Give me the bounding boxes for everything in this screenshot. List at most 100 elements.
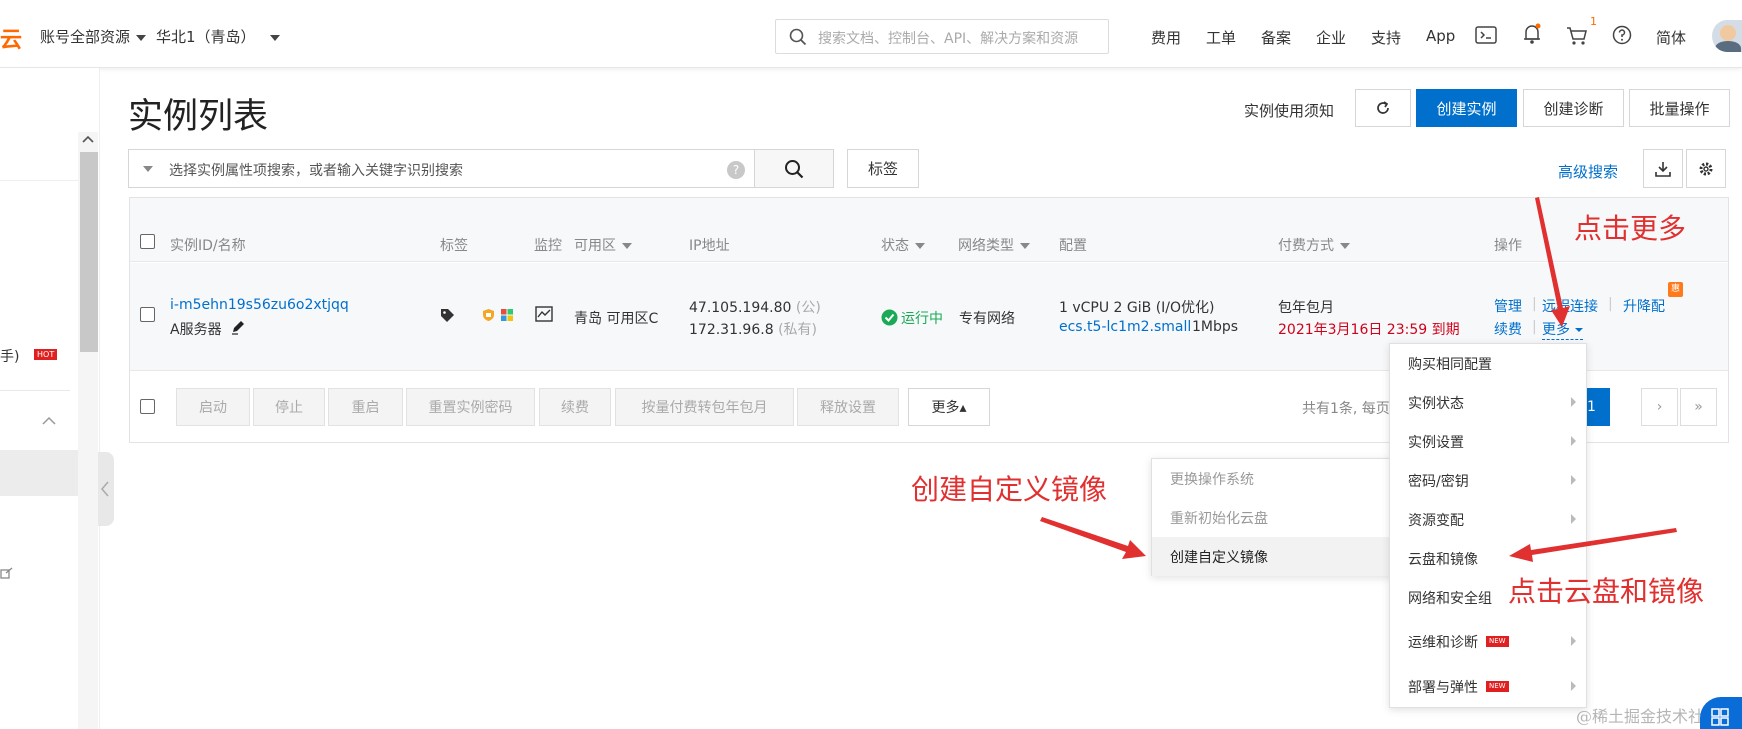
watermark: @稀土掘金技术社区 [1576,707,1721,726]
search-placeholder: 搜索文档、控制台、API、解决方案和资源 [818,31,1079,47]
advanced-search-link[interactable]: 高级搜索 [1558,161,1618,182]
page-title: 实例列表 [128,97,269,137]
region-selector[interactable]: 华北1（青岛） [156,26,280,47]
edit-pencil-icon[interactable] [230,319,246,335]
chevron-down-icon [622,243,632,249]
chevron-right-icon [1571,397,1576,407]
external-link-icon[interactable] [0,567,13,580]
submenu-item-reinit-disk[interactable]: 重新初始化云盘 [1152,498,1392,537]
submenu-item-create-custom-image[interactable]: 创建自定义镜像 [1152,537,1392,576]
chevron-left-icon [101,481,109,497]
stop-button[interactable]: 停止 [253,388,325,426]
scroll-up-arrow-icon[interactable] [82,135,94,144]
upgrade-downgrade-link[interactable]: 升降配 [1623,296,1665,316]
create-instance-button[interactable]: 创建实例 [1416,89,1517,127]
nav-support[interactable]: 支持 [1371,27,1401,48]
monitor-chart-icon[interactable] [535,306,553,322]
bandwidth: 1Mbps [1192,319,1239,335]
tag-filter-button[interactable]: 标签 [847,149,919,188]
remote-connect-link[interactable]: 远程连接 [1542,296,1598,316]
filter-search-button[interactable] [754,149,834,188]
ops-divider: | [1532,296,1537,312]
ops-divider: | [1608,296,1613,312]
chevron-down-icon [915,243,925,249]
renew-link[interactable]: 续费 [1494,319,1522,339]
column-header-status[interactable]: 状态 [881,235,925,255]
sidebar-item-label[interactable]: 手) [0,346,19,366]
global-search-input[interactable]: 搜索文档、控制台、API、解决方案和资源 [775,19,1109,54]
terminal-icon[interactable] [1475,26,1497,44]
instance-id-link[interactable]: i-m5ehn19s56zu6o2xtjqq [170,297,349,313]
column-header-billing[interactable]: 付费方式 [1278,235,1350,255]
column-header-network[interactable]: 网络类型 [958,235,1030,255]
more-actions-menu: 购买相同配置 实例状态 实例设置 密码/密钥 资源变配 云盘和镜像 网络和安全组… [1389,343,1587,708]
nav-filing[interactable]: 备案 [1261,27,1291,48]
filter-help-icon[interactable]: ? [727,161,745,179]
reset-password-button[interactable]: 重置实例密码 [406,388,535,426]
export-button[interactable] [1643,149,1683,188]
sidebar-selected-item[interactable] [0,450,78,496]
menu-item-ops-diagnosis[interactable]: 运维和诊断 NEW [1390,622,1586,661]
floating-help-button[interactable] [1700,697,1742,729]
annotation-click-more: 点击更多 [1574,212,1687,245]
chevron-down-icon [1340,243,1350,249]
menu-item-instance-settings[interactable]: 实例设置 [1390,422,1586,461]
nav-enterprise[interactable]: 企业 [1316,27,1346,48]
batch-operations-button[interactable]: 批量操作 [1629,89,1730,127]
avatar[interactable] [1712,20,1742,52]
menu-item-password-key[interactable]: 密码/密钥 [1390,461,1586,500]
security-shield-icon [483,309,494,321]
column-header-zone[interactable]: 可用区 [574,235,632,255]
select-all-checkbox[interactable] [140,234,155,249]
download-icon [1655,161,1671,177]
start-button[interactable]: 启动 [176,388,250,426]
filter-dropdown-caret-icon[interactable] [143,166,153,172]
tag-icon[interactable] [440,308,455,323]
convert-to-subscription-button[interactable]: 按量付费转包年包月 [615,388,794,426]
table-settings-button[interactable] [1686,149,1726,188]
create-diagnosis-button[interactable]: 创建诊断 [1523,89,1624,127]
restart-button[interactable]: 重启 [328,388,403,426]
search-icon [785,159,804,178]
footer-more-button[interactable]: 更多▴ [908,388,990,426]
submenu-item-replace-os[interactable]: 更换操作系统 [1152,459,1392,498]
annotation-create-image: 创建自定义镜像 [911,473,1108,506]
chevron-up-icon[interactable] [42,416,56,425]
menu-item-instance-status[interactable]: 实例状态 [1390,383,1586,422]
new-badge: NEW [1486,636,1509,647]
refresh-button[interactable] [1355,89,1411,127]
last-page-button[interactable]: » [1680,388,1717,426]
chevron-right-icon [1571,681,1576,691]
renew-button[interactable]: 续费 [539,388,611,426]
chevron-down-icon [1575,328,1583,332]
billing-type: 包年包月 [1278,300,1334,316]
nav-tickets[interactable]: 工单 [1206,27,1236,48]
menu-item-buy-same[interactable]: 购买相同配置 [1390,344,1586,383]
aliyun-logo[interactable]: 云 [0,22,22,54]
manage-link[interactable]: 管理 [1494,296,1522,316]
language-switch[interactable]: 简体 [1656,27,1686,48]
more-actions-dropdown[interactable]: 更多 [1542,319,1583,340]
column-header-ops: 操作 [1494,238,1522,254]
next-page-button[interactable]: › [1641,388,1678,426]
release-settings-button[interactable]: 释放设置 [797,388,899,426]
sidebar-collapse-handle[interactable] [98,452,114,526]
new-badge: NEW [1486,681,1509,692]
nav-app[interactable]: App [1426,27,1455,45]
nav-fees[interactable]: 费用 [1151,27,1181,48]
account-resource-selector[interactable]: 账号全部资源 [40,26,147,47]
arrow-to-create-image [1040,517,1146,559]
row-checkbox[interactable] [140,307,155,322]
menu-item-deploy-elastic[interactable]: 部署与弹性 NEW [1390,667,1586,706]
instance-usage-notice-link[interactable]: 实例使用须知 [1244,100,1334,121]
menu-item-resource-change[interactable]: 资源变配 [1390,500,1586,539]
instance-name: A服务器 [170,322,222,338]
chevron-down-icon [136,34,147,41]
sidebar-scroll-thumb[interactable] [80,152,98,352]
cart-icon[interactable] [1566,26,1588,46]
instance-filter-input[interactable]: 选择实例属性项搜索，或者输入关键字识别搜索 ? [128,149,755,188]
instance-type-link[interactable]: ecs.t5-lc1m2.small [1059,319,1191,335]
help-icon[interactable] [1612,25,1632,45]
footer-select-all-checkbox[interactable] [140,399,155,414]
bell-icon[interactable] [1522,23,1542,45]
